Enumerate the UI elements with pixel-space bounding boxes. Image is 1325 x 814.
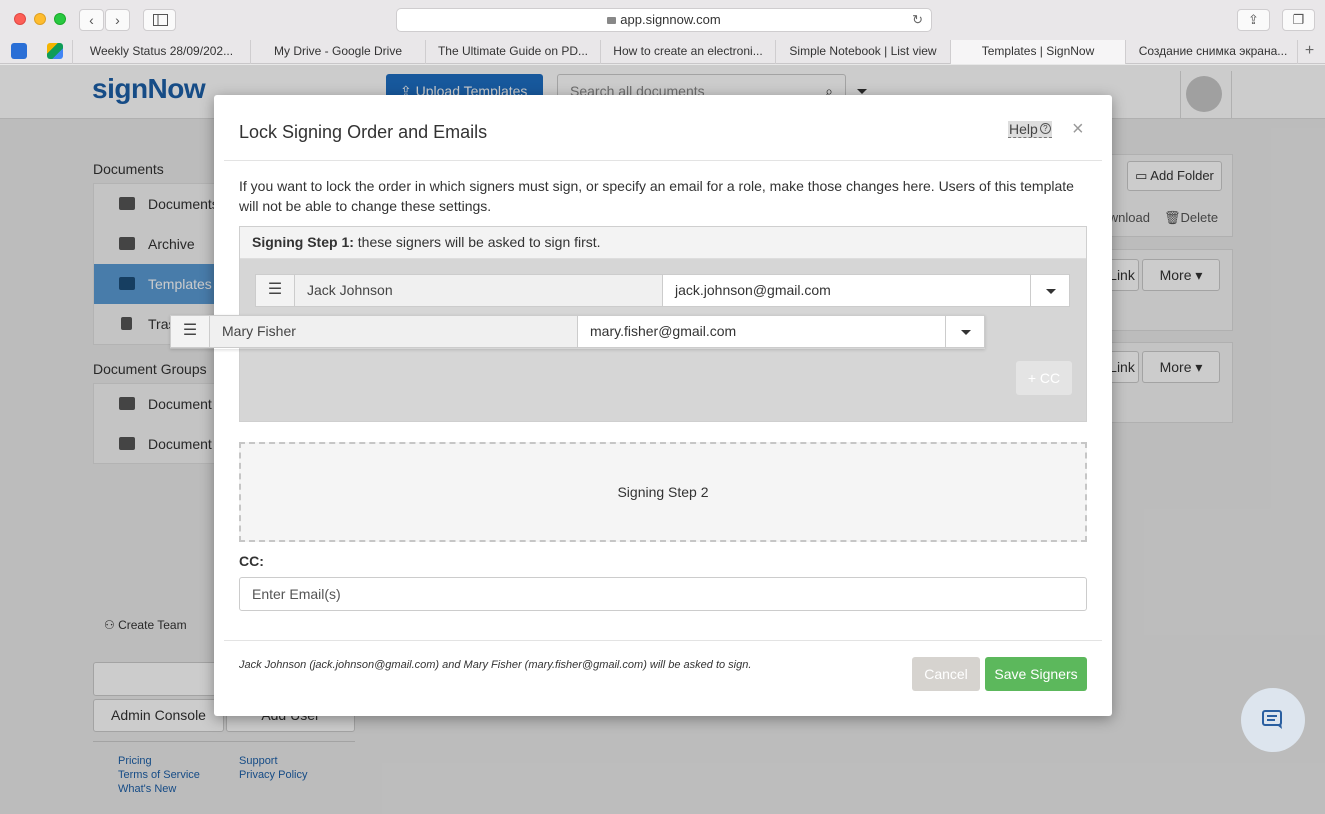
drag-handle-icon[interactable]: ☰ <box>255 274 295 307</box>
chevron-right-icon: › <box>115 12 120 28</box>
signer-row: ☰ Jack Johnson jack.johnson@gmail.com <box>255 274 1070 307</box>
header-divider <box>224 160 1102 161</box>
tab-how-to-create[interactable]: How to create an electroni... <box>600 40 775 64</box>
intro-text: If you want to lock the order in which s… <box>239 178 1074 214</box>
signers-summary: Jack Johnson (jack.johnson@gmail.com) an… <box>239 659 752 671</box>
dragged-signer-row[interactable]: ☰ Mary Fisher mary.fisher@gmail.com <box>170 315 985 349</box>
sidebar-icon <box>153 14 168 26</box>
tab-templates-signnow[interactable]: Templates | SignNow <box>950 40 1125 64</box>
browser-chrome: ‹ › app.signnow.com ↻ ⇪ ❐ Weekly Status … <box>0 0 1325 64</box>
signer-dropdown-button[interactable] <box>945 315 985 348</box>
sidebar-toggle-button[interactable] <box>143 9 176 31</box>
lock-icon <box>607 17 617 24</box>
save-signers-button[interactable]: Save Signers <box>985 657 1087 691</box>
cc-email-input[interactable] <box>239 577 1087 611</box>
drag-handle-icon[interactable]: ☰ <box>170 315 210 348</box>
lock-signing-order-modal: Lock Signing Order and Emails Help? × If… <box>214 95 1112 716</box>
tabs-icon: ❐ <box>1292 12 1305 27</box>
help-link[interactable]: Help? <box>1008 121 1052 138</box>
signer-role: Mary Fisher <box>209 315 578 348</box>
cc-label: CC: <box>239 553 264 569</box>
signer-role: Jack Johnson <box>294 274 663 307</box>
add-cc-button[interactable]: + CC <box>1016 361 1072 395</box>
maximize-window-button[interactable] <box>54 13 66 25</box>
tab-google-drive[interactable]: My Drive - Google Drive <box>250 40 425 64</box>
tab-weekly-status[interactable]: Weekly Status 28/09/202... <box>72 40 250 64</box>
chevron-left-icon: ‹ <box>89 12 94 28</box>
address-bar[interactable]: app.signnow.com ↻ <box>396 8 932 32</box>
signer-dropdown-button[interactable] <box>1030 274 1070 307</box>
close-window-button[interactable] <box>14 13 26 25</box>
forward-button[interactable]: › <box>105 9 130 31</box>
tab-screenshot[interactable]: Создание снимка экрана... <box>1125 40 1300 64</box>
share-button[interactable]: ⇪ <box>1237 9 1270 31</box>
tab-overview-button[interactable]: ❐ <box>1282 9 1315 31</box>
tab-bar: Weekly Status 28/09/202... My Drive - Go… <box>0 40 1325 64</box>
new-tab-button[interactable]: + <box>1297 40 1321 64</box>
share-icon: ⇪ <box>1248 12 1259 27</box>
reload-icon[interactable]: ↻ <box>912 9 923 31</box>
drive-favicon-icon[interactable] <box>47 43 63 59</box>
tab-simple-notebook[interactable]: Simple Notebook | List view <box>775 40 950 64</box>
url-text: app.signnow.com <box>620 12 721 27</box>
signing-step-1-header: Signing Step 1: these signers will be as… <box>240 227 1086 259</box>
signing-step-2-dropzone[interactable]: Signing Step 2 <box>239 442 1087 542</box>
footer-divider <box>224 640 1102 641</box>
cancel-button[interactable]: Cancel <box>912 657 980 691</box>
chat-icon <box>1262 710 1282 729</box>
back-button[interactable]: ‹ <box>79 9 104 31</box>
signer-email-field[interactable]: mary.fisher@gmail.com <box>577 315 946 348</box>
tab-ultimate-guide[interactable]: The Ultimate Guide on PD... <box>425 40 600 64</box>
help-icon: ? <box>1039 123 1051 134</box>
signer-email-field[interactable]: jack.johnson@gmail.com <box>662 274 1031 307</box>
trello-favicon-icon[interactable] <box>11 43 27 59</box>
chat-button[interactable] <box>1241 688 1305 752</box>
minimize-window-button[interactable] <box>34 13 46 25</box>
close-icon[interactable]: × <box>1072 118 1084 141</box>
modal-title: Lock Signing Order and Emails <box>239 122 488 142</box>
